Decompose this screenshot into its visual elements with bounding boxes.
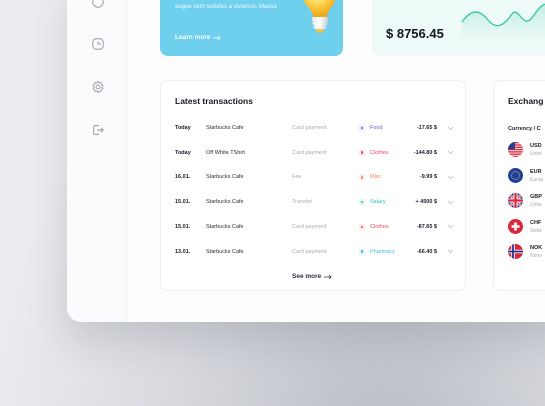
transactions-title: Latest transactions <box>175 96 253 106</box>
category-dot-icon <box>359 125 365 131</box>
transactions-card: Latest transactions Today Starbucks Cafe C… <box>160 80 466 291</box>
transaction-category: Food <box>359 125 383 131</box>
chevron-down-icon[interactable] <box>447 150 454 155</box>
transaction-date: Today <box>175 125 191 131</box>
chevron-down-icon[interactable] <box>447 200 454 205</box>
transaction-name: Starbucks Cafe <box>206 174 244 181</box>
exchange-subheader: Currency / C <box>508 126 541 132</box>
chevron-down-icon[interactable] <box>447 249 454 254</box>
transaction-date: Today <box>175 149 191 156</box>
sidebar <box>67 0 127 322</box>
us-flag-icon <box>508 142 523 157</box>
transaction-amount: -66.40 $ <box>416 248 437 255</box>
transaction-row[interactable]: 13.01. Starbucks Cafe Card payment Pharmacy… <box>161 242 467 262</box>
chevron-down-icon[interactable] <box>447 175 454 180</box>
arrow-right-icon <box>213 35 221 40</box>
currency-name: Norw <box>530 253 542 259</box>
category-label: Salary <box>370 199 386 206</box>
transaction-amount: -17.65 $ <box>416 125 437 131</box>
transaction-type: Transfer <box>292 199 313 206</box>
transaction-date: 15.01. <box>175 199 191 206</box>
transaction-type: Card payment <box>292 223 327 230</box>
gb-flag-icon <box>508 193 523 208</box>
transaction-amount: -144.80 $ <box>413 149 437 156</box>
currency-code: NOK <box>530 245 543 251</box>
app-window: augue sem sodales a vivamus. Massa Learn… <box>67 0 545 322</box>
category-label: Food <box>370 125 383 131</box>
currency-name: Unite <box>530 202 542 208</box>
transaction-category: Salary <box>359 199 386 206</box>
category-label: Pharmacy <box>370 248 395 255</box>
see-more-link[interactable]: See more <box>292 273 332 280</box>
settings-icon[interactable] <box>90 79 105 94</box>
currency-row[interactable]: CHF Switz <box>508 218 545 237</box>
transaction-amount: -87.65 $ <box>416 223 437 230</box>
category-dot-icon <box>359 174 365 181</box>
logout-icon[interactable] <box>90 122 105 137</box>
ch-flag-icon <box>508 218 523 234</box>
currency-row[interactable]: EUR Europ <box>508 167 545 186</box>
learn-more-link[interactable]: Learn more <box>175 34 221 41</box>
lightbulb-icon <box>303 0 336 33</box>
promo-text: augue sem sodales a vivamus. Massa <box>175 4 277 10</box>
transaction-row[interactable]: Today Starbucks Cafe Card payment Food -17.6… <box>161 118 467 138</box>
see-more-label: See more <box>292 273 322 280</box>
wallet-icon[interactable] <box>90 0 105 9</box>
category-label: Misc <box>370 174 382 181</box>
transaction-type: Card payment <box>292 248 327 255</box>
exchange-title: Exchang <box>508 96 544 106</box>
balance-card: $ 8756.45 <box>372 0 545 56</box>
arrow-right-icon <box>324 274 332 279</box>
transaction-name: Starbucks Cafe <box>206 199 244 206</box>
transaction-row[interactable]: 15.01. Starbucks Cafe Card payment Clothes -… <box>161 217 467 237</box>
currency-row[interactable]: USD Unite <box>508 142 545 160</box>
category-dot-icon <box>359 149 365 156</box>
chevron-down-icon[interactable] <box>447 224 454 229</box>
currency-row[interactable]: GBP Unite <box>508 193 545 211</box>
balance-trend-chart <box>461 3 545 40</box>
category-label: Clothes <box>370 223 389 230</box>
currency-name: Unite <box>530 151 542 157</box>
balance-amount: $ 8756.45 <box>386 26 444 41</box>
transaction-row[interactable]: Today Off White TShirt Card payment Clothes… <box>161 143 467 163</box>
currency-code: EUR <box>530 168 542 175</box>
currency-name: Europ <box>530 176 544 183</box>
transaction-type: Card payment <box>292 125 327 131</box>
exchange-card: Exchang Currency / C USD Unite EUR Europ GBP… <box>493 80 545 291</box>
transaction-date: 16.01. <box>175 174 191 181</box>
chevron-down-icon[interactable] <box>447 126 454 131</box>
transaction-category: Pharmacy <box>359 248 395 255</box>
transaction-name: Starbucks Cafe <box>206 125 244 131</box>
currency-code: GBP <box>530 194 542 200</box>
transaction-type: Card payment <box>292 149 327 156</box>
category-dot-icon <box>359 199 365 206</box>
transaction-name: Off White TShirt <box>206 149 245 156</box>
currency-code: USD <box>530 143 542 149</box>
currency-code: CHF <box>530 219 542 226</box>
transaction-amount: + 4500 $ <box>415 199 437 206</box>
transaction-name: Starbucks Cafe <box>206 248 244 255</box>
learn-more-label: Learn more <box>175 34 211 41</box>
transaction-row[interactable]: 16.01. Starbucks Cafe Fee Misc -9.99 $ <box>161 167 467 187</box>
category-dot-icon <box>359 248 365 255</box>
eu-flag-icon <box>508 167 523 183</box>
currency-name: Switz <box>530 227 542 234</box>
no-flag-icon <box>508 244 523 259</box>
transaction-category: Clothes <box>359 149 389 156</box>
transaction-date: 15.01. <box>175 223 191 230</box>
transaction-amount: -9.99 $ <box>419 174 437 181</box>
transaction-row[interactable]: 15.01. Starbucks Cafe Transfer Salary + 4500… <box>161 192 467 212</box>
transaction-category: Clothes <box>359 223 389 230</box>
transaction-date: 13.01. <box>175 248 191 255</box>
transaction-name: Starbucks Cafe <box>206 223 244 230</box>
pie-chart-icon[interactable] <box>90 36 105 51</box>
category-dot-icon <box>359 223 365 230</box>
category-label: Clothes <box>370 149 389 156</box>
transaction-type: Fee <box>292 174 302 181</box>
currency-row[interactable]: NOK Norw <box>508 244 545 262</box>
promo-card: augue sem sodales a vivamus. Massa Learn… <box>160 0 343 56</box>
main-content: augue sem sodales a vivamus. Massa Learn… <box>127 0 545 322</box>
transaction-category: Misc <box>359 174 382 181</box>
